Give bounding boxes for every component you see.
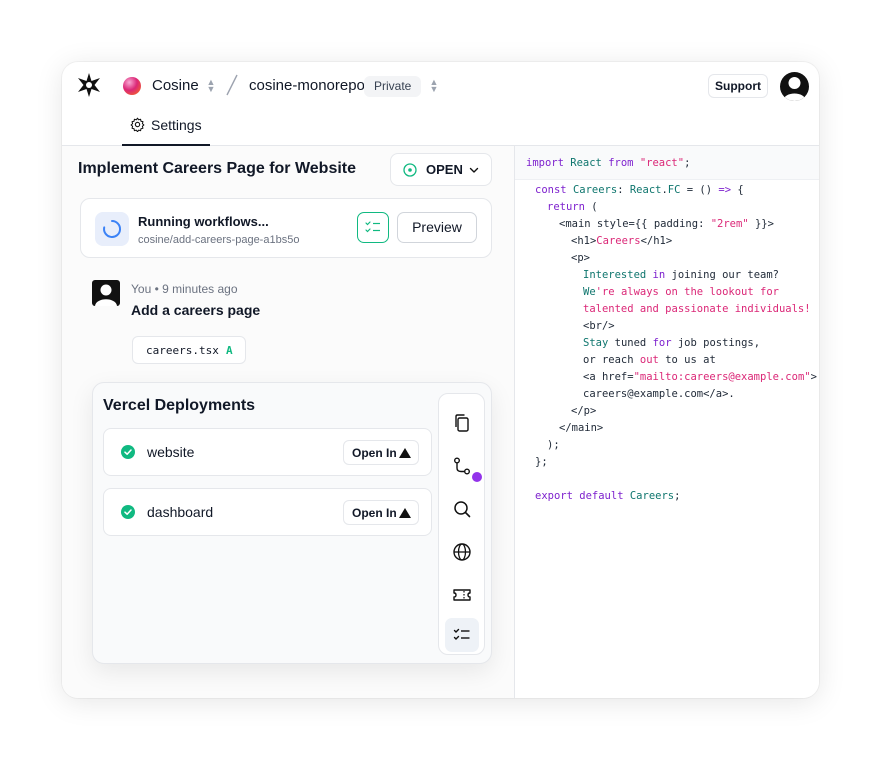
tab-settings-label: Settings: [151, 117, 202, 133]
spinner-container: [95, 212, 129, 246]
open-in-label: Open In: [352, 446, 397, 460]
globe-icon: [453, 543, 471, 561]
cosine-logo-icon[interactable]: [76, 72, 102, 98]
open-in-label: Open In: [352, 506, 397, 520]
code-line: talented and passionate individuals!: [583, 303, 811, 315]
status-label: OPEN: [426, 162, 463, 177]
org-switcher-icon[interactable]: ▲ ▼: [206, 78, 216, 95]
git-compare-icon: [454, 457, 470, 475]
code-line: or reach out to us at: [583, 354, 716, 366]
message-text: Add a careers page: [131, 302, 261, 318]
checklist-icon: [453, 628, 470, 640]
code-line: <main style={{ padding: "2rem" }}>: [559, 218, 774, 230]
notification-dot: [472, 472, 482, 482]
code-line: Interested in joining our team?: [583, 269, 779, 281]
code-line: export default Careers;: [535, 490, 681, 502]
vercel-triangle-icon: [399, 508, 411, 518]
workflow-branch: cosine/add-careers-page-a1bs5o: [138, 234, 300, 246]
org-name[interactable]: Cosine: [152, 77, 199, 94]
file-name: careers.tsx: [146, 344, 219, 357]
user-silhouette-icon: [95, 284, 117, 306]
loading-spinner-icon: [103, 219, 121, 238]
message-meta: You • 9 minutes ago: [131, 282, 238, 296]
tool-files-button[interactable]: [445, 406, 479, 440]
code-line: const Careers: React.FC = () => {: [535, 184, 744, 196]
top-bar: Cosine ▲ ▼ cosine-monorepo Private ▲ ▼ Sup…: [62, 62, 819, 108]
code-line: <p>: [571, 252, 590, 264]
breadcrumb-separator: [226, 74, 238, 96]
checklist-icon: [365, 221, 380, 233]
tab-bar: Settings: [62, 108, 819, 146]
code-line: );: [547, 439, 560, 451]
org-avatar[interactable]: [123, 77, 141, 95]
success-check-icon: [121, 445, 135, 459]
code-line: We're always on the lookout for: [583, 286, 779, 298]
code-line: <h1>Careers</h1>: [571, 235, 673, 247]
support-button[interactable]: Support: [708, 74, 768, 98]
code-panel: import React from "react"; const Careers…: [514, 146, 819, 698]
gear-icon: [130, 117, 145, 132]
deployment-row: dashboard Open In: [103, 488, 432, 536]
vercel-panel-title: Vercel Deployments: [103, 397, 256, 414]
code-line: careers@example.com</a>.: [583, 388, 735, 400]
repo-name[interactable]: cosine-monorepo: [249, 77, 365, 94]
code-line: </p>: [571, 405, 597, 417]
code-line: </main>: [559, 422, 604, 434]
task-panel: Implement Careers Page for Website OPEN …: [62, 146, 514, 698]
open-status-icon: [403, 163, 417, 177]
repo-switcher-icon[interactable]: ▲ ▼: [429, 78, 439, 95]
chevron-down-icon: [469, 167, 479, 173]
files-icon: [455, 414, 469, 432]
code-line: import React from "react";: [526, 157, 691, 169]
user-silhouette-icon: [783, 77, 806, 101]
file-chip[interactable]: careers.tsx A: [132, 336, 246, 364]
deployment-row: website Open In: [103, 428, 432, 476]
user-avatar[interactable]: [780, 72, 809, 101]
search-icon: [454, 501, 471, 518]
preview-button[interactable]: Preview: [397, 212, 477, 243]
deployment-name: dashboard: [147, 504, 214, 520]
tab-settings[interactable]: Settings: [122, 108, 210, 146]
code-line: return (: [547, 201, 598, 213]
code-line: };: [535, 456, 548, 468]
code-line: Stay tuned for job postings,: [583, 337, 761, 349]
message-avatar: [92, 280, 120, 306]
success-check-icon: [121, 505, 135, 519]
code-line: <br/>: [583, 320, 615, 332]
workflow-title: Running workflows...: [138, 214, 269, 229]
ticket-icon: [453, 589, 471, 601]
checklist-button[interactable]: [357, 212, 389, 243]
workflow-card: Running workflows... cosine/add-careers-…: [80, 198, 492, 258]
tool-checklist-button[interactable]: [445, 618, 479, 652]
tool-rail: [438, 393, 485, 655]
status-dropdown[interactable]: OPEN: [390, 153, 492, 186]
vercel-triangle-icon: [399, 448, 411, 458]
vercel-deployments-panel: Vercel Deployments website Open In dashb…: [92, 382, 492, 664]
file-status-badge: A: [226, 344, 233, 357]
deployment-name: website: [147, 444, 195, 460]
task-title: Implement Careers Page for Website: [78, 160, 357, 177]
visibility-badge: Private: [364, 76, 422, 97]
tool-search-button[interactable]: [445, 492, 479, 526]
open-in-button[interactable]: Open In: [343, 440, 419, 465]
code-line: <a href="mailto:careers@example.com">: [583, 371, 817, 383]
open-in-button[interactable]: Open In: [343, 500, 419, 525]
tool-browser-button[interactable]: [445, 535, 479, 569]
app-window: Cosine ▲ ▼ cosine-monorepo Private ▲ ▼ Sup…: [62, 62, 819, 698]
tool-tickets-button[interactable]: [445, 578, 479, 612]
